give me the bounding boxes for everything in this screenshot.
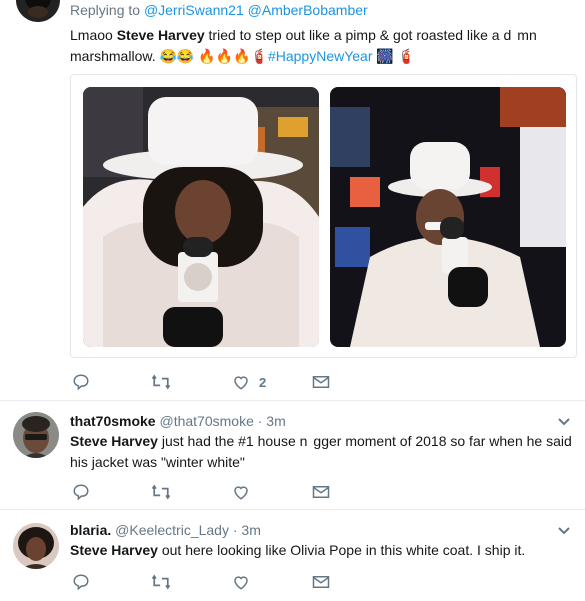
- replying-to-line: Replying to @JerriSwann21 @AmberBobamber: [70, 2, 368, 18]
- reply-icon: [73, 374, 89, 391]
- display-name[interactable]: blaria.: [70, 522, 111, 538]
- text-segment: tried to step out like a pimp & got roas…: [204, 27, 512, 43]
- message-button[interactable]: [312, 572, 330, 592]
- reply-button[interactable]: [72, 482, 90, 502]
- handle[interactable]: @that70smoke: [159, 413, 253, 429]
- avatar[interactable]: [16, 0, 60, 22]
- photo-2[interactable]: [330, 87, 566, 347]
- tweet-actions: 2: [72, 372, 372, 392]
- replying-to-label: Replying to: [70, 2, 141, 18]
- emoji-tail: 🎆 🧯: [376, 48, 416, 64]
- heart-icon: [234, 376, 248, 390]
- bold-name: Steve Harvey: [70, 433, 158, 449]
- display-name[interactable]: that70smoke: [70, 413, 156, 429]
- retweet-button[interactable]: [150, 372, 172, 392]
- tweet-1: Replying to @JerriSwann21 @AmberBobamber…: [0, 0, 585, 400]
- envelope-icon: [312, 376, 330, 388]
- heart-icon: [234, 576, 248, 590]
- like-button[interactable]: [232, 572, 250, 592]
- retweet-button[interactable]: [150, 482, 172, 502]
- avatar[interactable]: [13, 412, 59, 458]
- retweet-icon: [151, 484, 171, 500]
- like-count: 2: [259, 374, 267, 390]
- mention-links[interactable]: @JerriSwann21 @AmberBobamber: [144, 2, 368, 18]
- timestamp[interactable]: · 3m: [258, 413, 286, 429]
- tweet-actions: [72, 482, 372, 502]
- bold-name: Steve Harvey: [70, 542, 158, 558]
- tweet-text: Steve Harvey just had the #1 house n gger…: [70, 431, 575, 473]
- text-segment: mn: [517, 27, 537, 43]
- text-segment: gger moment of 2018 so far when he said: [313, 433, 572, 449]
- bold-name: Steve Harvey: [116, 27, 205, 43]
- reply-button[interactable]: [72, 572, 90, 592]
- like-button[interactable]: [232, 482, 250, 502]
- tweet-2[interactable]: that70smoke @that70smoke · 3m Steve Harv…: [0, 401, 585, 509]
- photo-1[interactable]: [83, 87, 319, 347]
- chevron-down-icon[interactable]: [557, 524, 571, 538]
- hashtag-link[interactable]: #HappyNewYear: [268, 48, 373, 64]
- chevron-down-icon[interactable]: [557, 415, 571, 429]
- message-button[interactable]: [312, 372, 330, 392]
- author-line: that70smoke @that70smoke · 3m: [70, 413, 286, 429]
- tweet-actions: [72, 572, 372, 592]
- envelope-icon: [312, 486, 330, 498]
- tweet-text: Steve Harvey out here looking like Olivi…: [70, 540, 575, 561]
- like-button[interactable]: 2: [232, 372, 266, 392]
- tweet-text: Lmaoo Steve Harvey tried to step out lik…: [70, 25, 570, 67]
- reply-icon: [73, 484, 89, 501]
- reply-icon: [73, 574, 89, 591]
- text-segment: marshmallow. 😂😂 🔥🔥🔥🧯: [70, 48, 268, 64]
- handle[interactable]: @Keelectric_Lady: [115, 522, 229, 538]
- heart-icon: [234, 486, 248, 500]
- reply-button[interactable]: [72, 372, 90, 392]
- envelope-icon: [312, 576, 330, 588]
- text-segment: just had the #1 house n: [157, 433, 308, 449]
- text-segment: his jacket was "winter white": [70, 454, 245, 470]
- author-line: blaria. @Keelectric_Lady · 3m: [70, 522, 261, 538]
- text-segment: Lmaoo: [70, 27, 117, 43]
- avatar[interactable]: [13, 523, 59, 569]
- retweet-icon: [151, 574, 171, 590]
- media-container[interactable]: [70, 74, 577, 358]
- retweet-button[interactable]: [150, 572, 172, 592]
- retweet-icon: [151, 374, 171, 390]
- message-button[interactable]: [312, 482, 330, 502]
- text-segment: out here looking like Olivia Pope in thi…: [157, 542, 526, 558]
- timestamp[interactable]: · 3m: [233, 522, 261, 538]
- tweet-3[interactable]: blaria. @Keelectric_Lady · 3m Steve Harv…: [0, 510, 585, 601]
